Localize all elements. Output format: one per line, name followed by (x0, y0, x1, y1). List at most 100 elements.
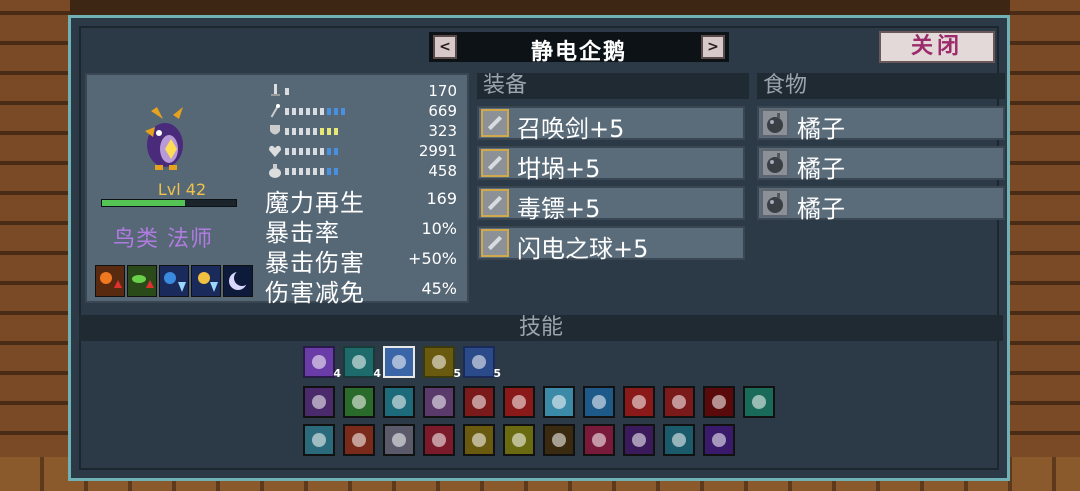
character-name: 静电企鹅 (530, 40, 627, 65)
buff-list (95, 265, 255, 297)
poison-dart-icon (481, 189, 509, 217)
stat-bars (285, 88, 289, 95)
blocks-skill-icon[interactable] (343, 424, 375, 456)
orbs-skill-icon[interactable] (623, 424, 655, 456)
experience-bar (101, 199, 237, 207)
bonus-stat-row: 魔力再生 169 (263, 183, 463, 217)
character-class: 鸟类 法师 (113, 227, 213, 252)
flame-skill-icon[interactable] (543, 424, 575, 456)
bonus-stat-row: 伤害减免 45% (263, 273, 463, 307)
bonus-stat-row: 暴击伤害 +50% (263, 243, 463, 277)
spark-skill-icon[interactable]: 5 (463, 346, 501, 380)
skill-level: 5 (453, 367, 461, 380)
gear-skill-icon[interactable] (503, 424, 535, 456)
equipment-label: 召唤剑+5 (517, 115, 625, 143)
cross-skill-icon[interactable] (703, 386, 735, 418)
skill-level: 5 (493, 367, 501, 380)
equipment-slot[interactable]: 召唤剑+5 (477, 106, 745, 143)
swirl-skill-icon[interactable] (463, 424, 495, 456)
stat-row: 458 (263, 161, 463, 181)
stat-value: 669 (428, 102, 457, 120)
dots-skill-icon[interactable] (583, 424, 615, 456)
ring-skill-icon[interactable] (743, 386, 775, 418)
stat-value: 458 (428, 162, 457, 180)
stat-row: 669 (263, 101, 463, 121)
moon-buff-icon[interactable] (223, 265, 253, 297)
cloud-skill-icon[interactable] (423, 386, 455, 418)
stat-bars (285, 128, 338, 135)
claw-skill-icon[interactable] (663, 386, 695, 418)
orange-icon (761, 149, 789, 177)
skill-level: 4 (333, 367, 341, 380)
lightning-orb-icon (481, 229, 509, 257)
rage-skill-icon[interactable] (623, 386, 655, 418)
wand-icon (270, 104, 280, 118)
background-right-wall (1010, 0, 1080, 491)
equipment-label: 坩埚+5 (517, 155, 601, 183)
stick-skill-icon[interactable] (663, 424, 695, 456)
tooth-skill-icon[interactable] (543, 386, 575, 418)
character-panel: < 静电企鹅 > 关闭 Lvl 42 鸟类 法师 170669323299 (68, 15, 1010, 481)
heart-icon (269, 145, 281, 157)
bonus-stat-value: 169 (426, 189, 457, 208)
background-ceiling (0, 0, 1080, 16)
staff-skill-icon[interactable] (303, 386, 335, 418)
equipment-label: 毒镖+5 (517, 195, 601, 223)
equipment-slot[interactable]: 闪电之球+5 (477, 226, 745, 263)
character-level: Lvl 42 (157, 180, 207, 199)
stat-row: 323 (263, 121, 463, 141)
food-slot[interactable]: 橘子 (757, 146, 1005, 183)
head-skill-icon[interactable] (383, 386, 415, 418)
leaf-up-buff-icon[interactable] (127, 265, 157, 297)
water-shield-buff-icon[interactable] (159, 265, 189, 297)
close-button[interactable]: 关闭 (879, 31, 995, 63)
bonus-stat-value: 10% (421, 219, 457, 238)
orange-icon (761, 109, 789, 137)
figure-skill-icon[interactable] (343, 386, 375, 418)
stat-bars (285, 168, 338, 175)
equipment-slot[interactable]: 毒镖+5 (477, 186, 745, 223)
echo-skill-icon[interactable]: 4 (303, 346, 341, 380)
stat-value: 170 (428, 82, 457, 100)
bonus-stat-value: +50% (408, 249, 457, 268)
potion-icon (269, 164, 281, 178)
stat-row: 170 (263, 81, 463, 101)
stat-value: 2991 (418, 142, 457, 160)
vortex-skill-icon[interactable] (383, 424, 415, 456)
plus-skill-icon[interactable] (503, 386, 535, 418)
drip-skill-icon[interactable] (303, 424, 335, 456)
orange-icon (761, 189, 789, 217)
skills-header: 技能 (79, 315, 1003, 341)
skill-level: 4 (373, 367, 381, 380)
bonus-stat-label: 伤害减免 (265, 279, 365, 307)
title-bar: < 静电企鹅 > (429, 32, 729, 65)
character-card: Lvl 42 鸟类 法师 170 669 323 2991 458 魔力再生 169 暴击率… (85, 73, 469, 307)
stats-panel: 170 669 323 2991 458 魔力再生 169 暴击率 10% 暴击伤害 +50% 伤害… (263, 81, 463, 307)
experience-fill (102, 200, 186, 206)
next-character-button[interactable]: > (701, 35, 725, 59)
equipment-label: 闪电之球+5 (517, 235, 649, 263)
gem-skill-icon[interactable] (463, 386, 495, 418)
fang-skill-icon[interactable] (583, 386, 615, 418)
food-label: 橘子 (797, 195, 845, 223)
summon-sword-icon (481, 109, 509, 137)
fire-up-buff-icon[interactable] (95, 265, 125, 297)
potion-skill-icon[interactable] (703, 424, 735, 456)
spin-skill-icon[interactable]: 4 (343, 346, 381, 380)
storm-skill-icon[interactable] (383, 346, 415, 378)
food-label: 橘子 (797, 155, 845, 183)
burst-skill-icon[interactable] (423, 424, 455, 456)
flame-shield-buff-icon[interactable] (191, 265, 221, 297)
cauldron-icon (481, 149, 509, 177)
food-slot[interactable]: 橘子 (757, 186, 1005, 223)
equipment-slot[interactable]: 坩埚+5 (477, 146, 745, 183)
bonus-stat-row: 暴击率 10% (263, 213, 463, 247)
food-header: 食物 (757, 73, 1005, 99)
food-slot[interactable]: 橘子 (757, 106, 1005, 143)
background-left-wall (0, 0, 70, 491)
equipment-header: 装备 (477, 73, 749, 99)
bolt-skill-icon[interactable]: 5 (423, 346, 461, 380)
food-label: 橘子 (797, 115, 845, 143)
penguin-portrait (145, 107, 183, 170)
bonus-stat-value: 45% (421, 279, 457, 298)
